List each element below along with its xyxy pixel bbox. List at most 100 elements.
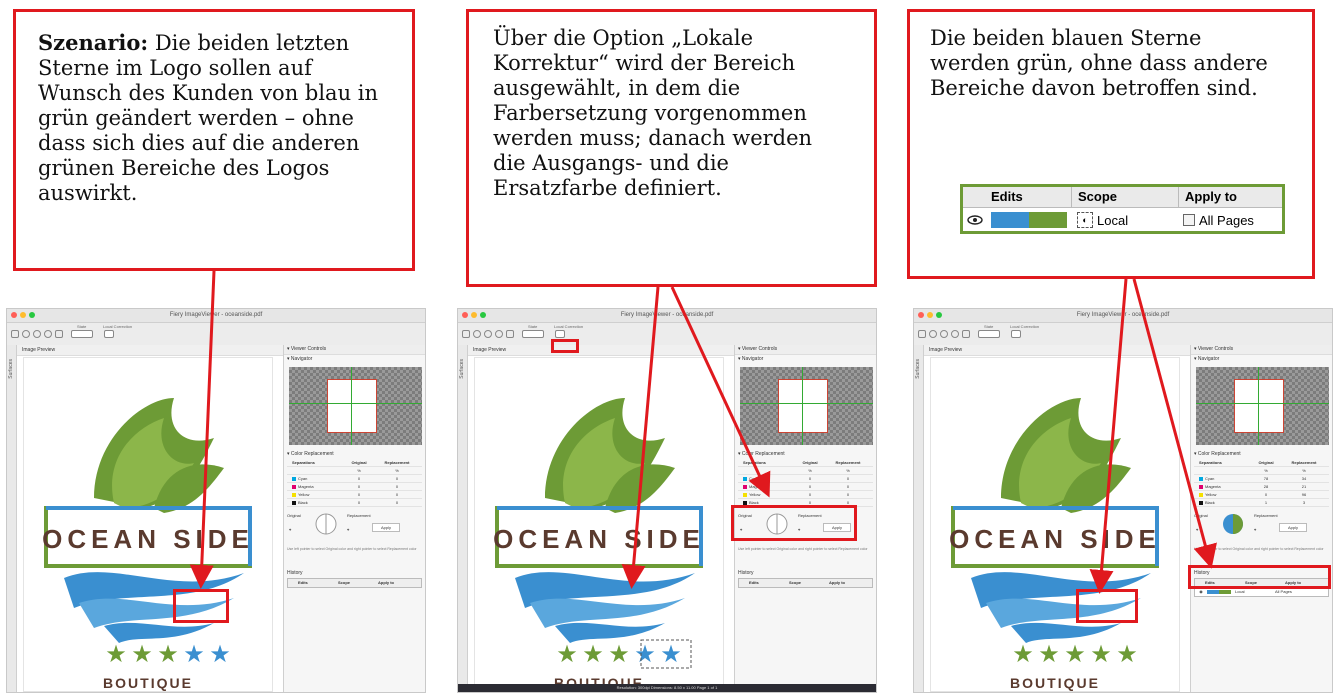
image-preview-pane: Image Preview OCEAN SIDE ★ ★ ★ ★ ★ BOUTIQUE …: [924, 345, 1191, 692]
color-wheel: [1223, 514, 1243, 534]
apply-button[interactable]: Apply: [372, 523, 400, 532]
viewer-controls-header: ▾ Viewer Controls: [284, 345, 425, 355]
redo-icon[interactable]: [33, 330, 41, 338]
separation-swatch: [292, 492, 296, 497]
eyedropper-replacement-icon[interactable]: ⌖: [1254, 527, 1256, 532]
navigator-header: ▾ Navigator: [1194, 356, 1220, 362]
original-label: Original: [287, 513, 301, 518]
eyedropper-replacement-icon[interactable]: ⌖: [347, 527, 349, 532]
replacement-value: 0: [846, 492, 850, 497]
undo-icon[interactable]: [929, 330, 937, 338]
fit-icon[interactable]: [506, 330, 514, 338]
local-correction-button[interactable]: [555, 330, 565, 338]
replacement-value: 0: [846, 484, 850, 489]
image-preview-header: Image Preview: [468, 345, 734, 356]
separation-row: Yellow 0 0: [738, 491, 873, 499]
logo-star: ★: [209, 641, 231, 668]
redo-icon[interactable]: [940, 330, 948, 338]
separation-swatch: [743, 476, 747, 481]
eyedropper-original-icon[interactable]: ⌖: [1196, 527, 1198, 532]
toolbar: State Local Correction: [914, 323, 1332, 346]
eye-icon[interactable]: [963, 213, 987, 228]
separation-row: Magenta 0 0: [287, 483, 422, 491]
separation-row: Magenta 28 21: [1194, 483, 1329, 491]
state-button[interactable]: [978, 330, 1000, 338]
state-button[interactable]: [71, 330, 93, 338]
window-titlebar: Fiery ImageViewer - oceanside.pdf: [7, 309, 425, 323]
separation-name: Cyan: [298, 476, 308, 481]
history-apply-header: Apply to: [829, 580, 845, 585]
separation-swatch: [743, 500, 747, 505]
apply-button[interactable]: Apply: [1279, 523, 1307, 532]
local-correction-button[interactable]: [104, 330, 114, 338]
zoom-icon[interactable]: [951, 330, 959, 338]
surfaces-strip[interactable]: Surfaces: [914, 345, 924, 692]
scope-value: Local: [1097, 212, 1129, 228]
logo-star: ★: [105, 641, 127, 668]
fit-icon[interactable]: [55, 330, 63, 338]
scenario-text: Die beiden letzten Sterne im Logo sollen…: [38, 31, 379, 205]
history-row[interactable]: ◉ Local All Pages: [1194, 588, 1329, 597]
color-replacement-header: ▾ Color Replacement: [287, 451, 334, 457]
checkbox-icon[interactable]: [1183, 214, 1195, 226]
result-text: Die beiden blauen Sterne werden grün, oh…: [930, 26, 1268, 100]
history-edits-header: Edits: [749, 580, 759, 585]
logo-star: ★: [1090, 641, 1112, 668]
preview-canvas[interactable]: OCEAN SIDE ★★★★★ BOUTIQUE HOTEL: [474, 357, 724, 692]
save-icon[interactable]: [462, 330, 470, 338]
highlight-picker-area: [731, 505, 857, 541]
original-value: 0: [357, 492, 361, 497]
result-callout: Die beiden blauen Sterne werden grün, oh…: [907, 9, 1315, 279]
window-titlebar: Fiery ImageViewer - oceanside.pdf: [914, 309, 1332, 323]
navigator-thumbnail[interactable]: [1196, 367, 1329, 445]
surfaces-strip[interactable]: Surfaces: [7, 345, 17, 692]
navigator-thumbnail[interactable]: [289, 367, 422, 445]
navigator-thumbnail[interactable]: [740, 367, 873, 445]
zoom-icon[interactable]: [44, 330, 52, 338]
eyedropper-original-icon[interactable]: ⌖: [289, 527, 291, 532]
color-wheel: [315, 513, 337, 535]
preview-canvas[interactable]: OCEAN SIDE ★★★★★ BOUTIQUE HOTEL: [930, 357, 1180, 692]
color-replacement-section: ▾ Color Replacement Separations Original R…: [1194, 451, 1329, 551]
separation-swatch: [1199, 500, 1203, 505]
separation-row: Black 1 3: [1194, 499, 1329, 507]
fit-icon[interactable]: [962, 330, 970, 338]
logo-star: ★: [183, 641, 205, 668]
history-apply-header: Apply to: [378, 580, 394, 585]
undo-icon[interactable]: [473, 330, 481, 338]
app-window-2: Fiery ImageViewer - oceanside.pdf State …: [457, 308, 877, 693]
redo-icon[interactable]: [484, 330, 492, 338]
separation-swatch: [1199, 484, 1203, 489]
undo-icon[interactable]: [22, 330, 30, 338]
separation-swatch: [743, 484, 747, 489]
separation-row: Cyan 0 0: [287, 475, 422, 483]
logo-star: ★: [660, 641, 682, 668]
color-replacement-section: ▾ Color Replacement Separations Original R…: [287, 451, 422, 551]
picker-area: Original Replacement ⌖ ⌖ Apply: [287, 513, 422, 547]
save-icon[interactable]: [918, 330, 926, 338]
separation-name: Magenta: [298, 484, 314, 489]
history-scope-header: Scope: [789, 580, 802, 585]
original-value: 28: [1263, 484, 1269, 489]
replacement-label: Replacement: [347, 513, 371, 518]
replacement-value: 34: [1301, 476, 1307, 481]
hint-text: Use left pointer to select Original colo…: [738, 547, 868, 551]
save-icon[interactable]: [11, 330, 19, 338]
original-value: 0: [357, 500, 361, 505]
edits-row[interactable]: ◐ Local All Pages: [963, 208, 1282, 232]
preview-canvas[interactable]: OCEAN SIDE ★★★★★ BOUTIQUE HOTEL: [23, 357, 273, 692]
color-replacement-header: ▾ Color Replacement: [738, 451, 785, 457]
separation-name: Cyan: [1205, 476, 1215, 481]
app-window-3: Fiery ImageViewer - oceanside.pdf State …: [913, 308, 1333, 693]
logo-star: ★: [157, 641, 179, 668]
zoom-icon[interactable]: [495, 330, 503, 338]
highlight-local-correction-button: [551, 339, 579, 353]
logo-star: ★: [582, 641, 604, 668]
edits-header-row: Edits Scope Apply to: [963, 187, 1282, 208]
state-button[interactable]: [522, 330, 544, 338]
replacement-color-swatch: [1029, 212, 1067, 228]
original-value: 0: [808, 492, 812, 497]
hint-text: Use left pointer to select Original colo…: [1194, 547, 1324, 551]
surfaces-strip[interactable]: Surfaces: [458, 345, 468, 692]
local-correction-button[interactable]: [1011, 330, 1021, 338]
